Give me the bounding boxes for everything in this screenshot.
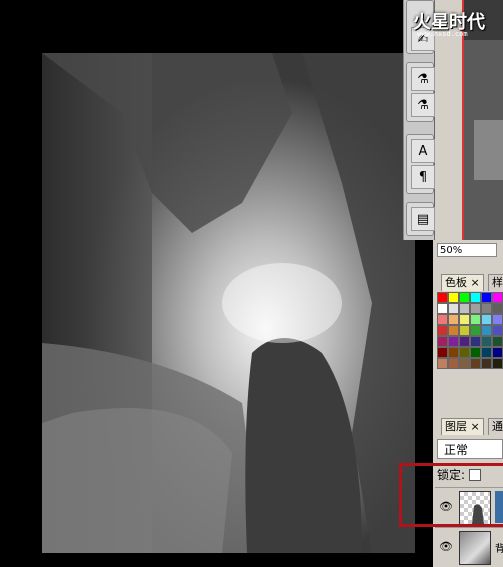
background-layer-label: 背 bbox=[495, 544, 503, 555]
color-swatch[interactable] bbox=[437, 292, 448, 303]
color-swatch[interactable] bbox=[448, 292, 459, 303]
color-swatch[interactable] bbox=[448, 358, 459, 369]
color-swatch[interactable] bbox=[448, 303, 459, 314]
watermark-logo: 火星时代 www.hxsd.com bbox=[395, 6, 503, 40]
color-swatch[interactable] bbox=[492, 314, 503, 325]
document-canvas[interactable] bbox=[42, 53, 415, 553]
color-swatch[interactable] bbox=[470, 325, 481, 336]
color-swatch[interactable] bbox=[492, 347, 503, 358]
highlight-box bbox=[399, 463, 503, 527]
color-swatch[interactable] bbox=[437, 358, 448, 369]
color-swatch[interactable] bbox=[470, 336, 481, 347]
color-swatch[interactable] bbox=[437, 347, 448, 358]
color-swatch[interactable] bbox=[448, 347, 459, 358]
color-swatch[interactable] bbox=[459, 303, 470, 314]
zoom-input[interactable]: 50% bbox=[437, 243, 497, 257]
color-swatch[interactable] bbox=[481, 347, 492, 358]
color-swatch[interactable] bbox=[448, 336, 459, 347]
document-icon[interactable]: ▤ bbox=[411, 207, 435, 231]
tab-styles[interactable]: 样 bbox=[488, 274, 503, 291]
color-swatch[interactable] bbox=[492, 325, 503, 336]
color-swatch[interactable] bbox=[459, 314, 470, 325]
color-swatch[interactable] bbox=[492, 292, 503, 303]
color-swatch[interactable] bbox=[481, 358, 492, 369]
color-swatch[interactable] bbox=[470, 314, 481, 325]
color-swatch[interactable] bbox=[470, 347, 481, 358]
tab-channels-label: 通 bbox=[492, 420, 503, 433]
color-swatch[interactable] bbox=[481, 314, 492, 325]
close-icon[interactable]: × bbox=[471, 276, 480, 289]
color-swatch[interactable] bbox=[481, 325, 492, 336]
color-swatch[interactable] bbox=[437, 336, 448, 347]
painting-image bbox=[42, 53, 415, 553]
swatch-grid bbox=[437, 292, 503, 369]
color-swatch[interactable] bbox=[459, 336, 470, 347]
color-swatch[interactable] bbox=[437, 325, 448, 336]
color-swatch[interactable] bbox=[448, 325, 459, 336]
tab-swatches-label: 色板 bbox=[445, 276, 467, 289]
background-layer-thumbnail bbox=[459, 531, 491, 565]
color-swatch[interactable] bbox=[470, 358, 481, 369]
color-swatch[interactable] bbox=[492, 303, 503, 314]
color-swatch[interactable] bbox=[459, 347, 470, 358]
tab-channels[interactable]: 通 bbox=[488, 418, 503, 435]
tool-group-doc: ▤ bbox=[406, 202, 435, 236]
color-swatch[interactable] bbox=[481, 292, 492, 303]
tool-group-stamp: ⚗ ⚗ bbox=[406, 62, 435, 122]
color-swatch[interactable] bbox=[437, 303, 448, 314]
color-swatch[interactable] bbox=[448, 314, 459, 325]
close-icon[interactable]: × bbox=[471, 420, 480, 433]
color-swatch[interactable] bbox=[459, 325, 470, 336]
paragraph-icon[interactable]: ¶ bbox=[411, 165, 435, 189]
stamp-icon[interactable]: ⚗ bbox=[411, 67, 435, 91]
eye-icon[interactable]: 👁 bbox=[439, 540, 453, 553]
watermark-url: www.hxsd.com bbox=[417, 30, 468, 38]
layer-row-background[interactable]: 👁 背 bbox=[435, 527, 503, 566]
tab-styles-label: 样 bbox=[492, 276, 503, 289]
tab-layers[interactable]: 图层 × bbox=[441, 418, 484, 435]
blend-mode-select[interactable]: 正常 bbox=[437, 439, 503, 459]
color-swatch[interactable] bbox=[459, 292, 470, 303]
color-swatch[interactable] bbox=[481, 303, 492, 314]
color-swatch[interactable] bbox=[437, 314, 448, 325]
color-swatch[interactable] bbox=[492, 358, 503, 369]
tab-swatches[interactable]: 色板 × bbox=[441, 274, 484, 291]
pattern-stamp-icon[interactable]: ⚗ bbox=[411, 93, 435, 117]
tool-group-type: A ¶ bbox=[406, 134, 435, 194]
type-icon[interactable]: A bbox=[411, 139, 435, 163]
color-swatch[interactable] bbox=[470, 292, 481, 303]
color-swatch[interactable] bbox=[492, 336, 503, 347]
color-swatch[interactable] bbox=[470, 303, 481, 314]
tab-layers-label: 图层 bbox=[445, 420, 467, 433]
color-swatch[interactable] bbox=[459, 358, 470, 369]
color-swatch[interactable] bbox=[481, 336, 492, 347]
